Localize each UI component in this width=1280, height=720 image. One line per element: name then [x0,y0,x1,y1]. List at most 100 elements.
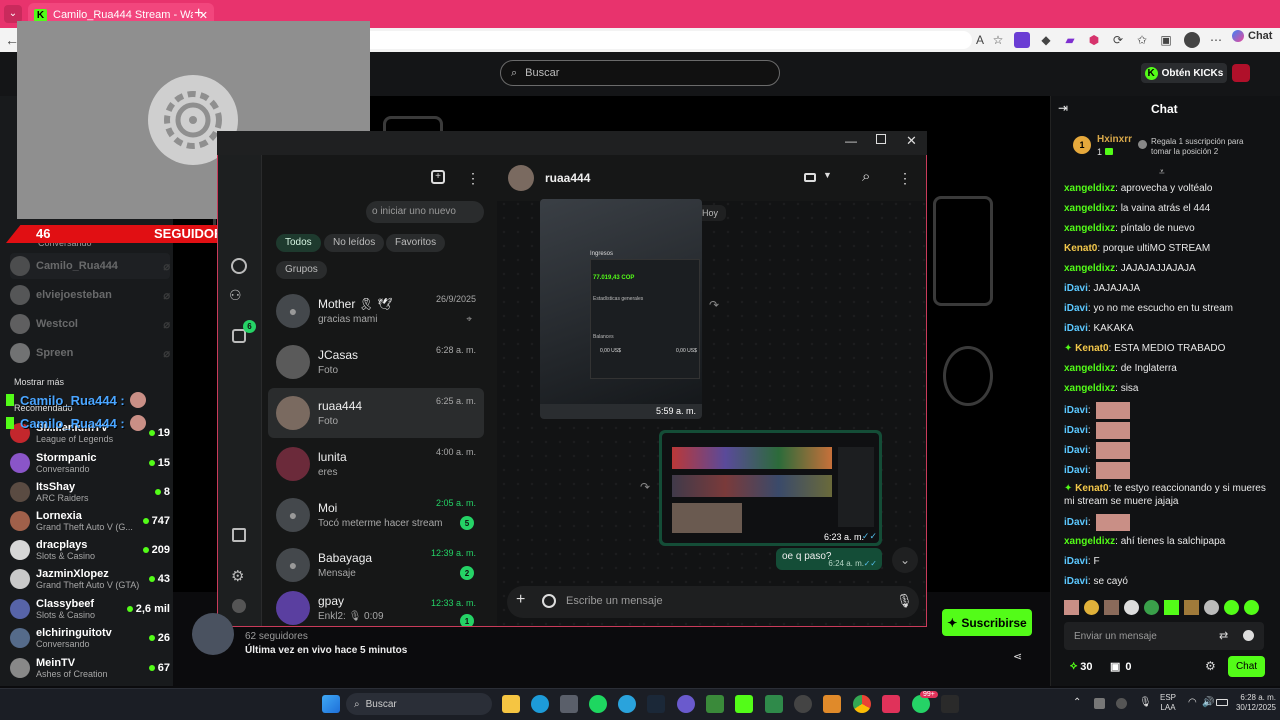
archive-icon[interactable] [232,528,246,542]
search-icon[interactable]: ⌕ [862,168,870,185]
image-message[interactable]: Ingresos 77.019,43 COP Estadísticas gene… [540,199,702,419]
app-icon-3[interactable] [882,695,900,713]
share-icon[interactable]: ⋖ [1013,650,1022,663]
favorites-icon[interactable]: ✩ [1134,32,1150,48]
chat-username[interactable]: iDavi [1064,465,1088,476]
sidebar-recommended-item[interactable]: elchiringuitotv Conversando 26 [10,625,170,651]
filter-groups[interactable]: Grupos [276,261,327,279]
sidebar-recommended-item[interactable]: JazminXlopez Grand Theft Auto V (GTA) 43 [10,566,170,592]
conversation-menu-icon[interactable]: ⋮ [898,170,912,187]
epic-games-icon[interactable] [941,695,959,713]
emote-icon[interactable] [1184,600,1199,615]
scroll-down-button[interactable]: ⌄ [892,547,918,573]
kick-search-input[interactable]: ⌕ Buscar [500,60,780,86]
chat-username[interactable]: Kenat0 [1075,343,1108,354]
tray-icon[interactable] [1094,698,1105,709]
chrome-icon[interactable] [853,695,871,713]
chat-list-item[interactable]: ● Moi Tocó meterme hacer stream 2:05 a. m… [268,490,484,540]
profile-icon[interactable] [232,599,246,613]
sidebar-followed-item[interactable]: elviejoesteban ⌀ [10,282,170,308]
spotify-icon[interactable] [589,695,607,713]
chat-username[interactable]: xangeldixz [1064,363,1115,374]
chat-list-item-active[interactable]: ruaa444 Foto 6:25 a. m. [268,388,484,438]
filter-favorites[interactable]: Favoritos [386,234,446,252]
emote-icon[interactable] [1064,600,1079,615]
sidebar-recommended-item[interactable]: Stormpanic Conversando 15 [10,450,170,476]
chat-username[interactable]: iDavi [1064,405,1088,416]
chat-username[interactable]: xangeldixz [1064,536,1115,547]
sidebar-followed-item[interactable]: Westcol ⌀ [10,311,170,337]
extension-icon-4[interactable]: ⬢ [1086,32,1102,48]
forward-icon[interactable]: ↷ [709,298,719,312]
expand-pinned-icon[interactable]: ⩡ [1159,167,1165,178]
chat-username[interactable]: iDavi [1064,303,1088,314]
chat-list-item[interactable]: ● Mother 🎗 🕊 gracias mami 26/9/2025 ⌖ [268,286,484,336]
microphone-icon[interactable]: 🎙 [896,593,913,609]
emote-icon[interactable] [1164,600,1179,615]
emoji-icon[interactable] [1243,630,1254,641]
contact-name[interactable]: ruaa444 [545,171,590,185]
user-avatar[interactable] [1232,64,1250,82]
extension-icon[interactable] [1014,32,1030,48]
chat-username[interactable]: iDavi [1064,323,1088,334]
refresh-icon[interactable]: ⟳ [1110,32,1126,48]
favorite-star-icon[interactable]: ☆ [990,32,1006,48]
emote-icon[interactable] [1204,600,1219,615]
sidebar-followed-item[interactable]: Spreen ⌀ [10,340,170,366]
taskbar-search[interactable]: ⌕ Buscar [346,693,492,715]
contact-avatar[interactable] [508,165,534,191]
profile-icon[interactable] [1184,32,1200,48]
get-kicks-button[interactable]: K Obtén KICKs [1141,63,1227,83]
app-icon[interactable] [794,695,812,713]
tray-chevron-icon[interactable]: ⌃ [1073,697,1081,708]
minimize-icon[interactable]: — [845,134,857,148]
chat-username[interactable]: xangeldixz [1064,183,1115,194]
edge-browser-icon[interactable] [531,695,549,713]
collapse-chat-icon[interactable]: ⇥ [1058,101,1068,115]
chat-username[interactable]: xangeldixz [1064,383,1115,394]
steam-icon[interactable] [647,695,665,713]
kick-app-icon[interactable] [735,695,753,713]
new-chat-icon[interactable]: + [431,170,445,184]
chat-search-input[interactable]: o iniciar uno nuevo [366,201,484,223]
tray-icon-2[interactable] [1116,698,1127,709]
chat-username[interactable]: iDavi [1064,556,1088,567]
extension-icon-2[interactable]: ◆ [1038,32,1054,48]
sidebar-recommended-item[interactable]: Classybeef Slots & Casino 2,6 mil [10,596,170,622]
chat-settings-icon[interactable]: ⚙ [1205,659,1216,673]
chat-send-button[interactable]: Chat [1228,656,1265,677]
read-aloud-icon[interactable]: A [972,32,988,48]
chat-username[interactable]: iDavi [1064,283,1088,294]
chat-username[interactable]: xangeldixz [1064,203,1115,214]
sidebar-followed-item[interactable]: Camilo_Rua444 ⌀ [10,253,170,279]
emote-icon[interactable] [1084,600,1099,615]
windows-start-icon[interactable] [322,695,340,713]
spreadsheet-icon[interactable] [765,695,783,713]
sidebar-recommended-item[interactable]: dracplays Slots & Casino 209 [10,537,170,563]
attach-icon[interactable]: + [516,591,525,609]
translate-icon[interactable]: ⇄ [1219,629,1228,642]
menu-icon[interactable]: ⋮ [466,170,480,187]
chat-username[interactable]: iDavi [1064,445,1088,456]
sticker-icon[interactable] [542,594,556,608]
emote-icon[interactable] [1224,600,1239,615]
collections-icon[interactable]: ▣ [1158,32,1174,48]
chat-list-item[interactable]: ● Babayaga Mensaje 12:39 a. m. 2 [268,540,484,590]
file-explorer-icon[interactable] [502,695,520,713]
streamer-avatar[interactable] [192,613,234,655]
extension-icon-3[interactable]: ▰ [1062,32,1078,48]
minecraft-icon[interactable] [706,695,724,713]
chat-username[interactable]: Kenat0 [1075,483,1108,494]
chat-message-input[interactable]: Enviar un mensaje [1064,622,1264,650]
telegram-icon[interactable] [618,695,636,713]
chat-username[interactable]: iDavi [1064,517,1088,528]
subscribe-button[interactable]: ✦ Suscribirse [942,609,1032,636]
filter-all[interactable]: Todos [276,234,321,252]
emote-icon[interactable] [1124,600,1139,615]
chat-username[interactable]: xangeldixz [1064,223,1115,234]
updates-icon[interactable] [232,329,246,343]
show-more-link[interactable]: Mostrar más [14,377,64,387]
chevron-down-icon[interactable]: ▼ [823,170,832,180]
settings-icon[interactable]: ⚙ [231,567,244,585]
discord-icon[interactable] [677,695,695,713]
